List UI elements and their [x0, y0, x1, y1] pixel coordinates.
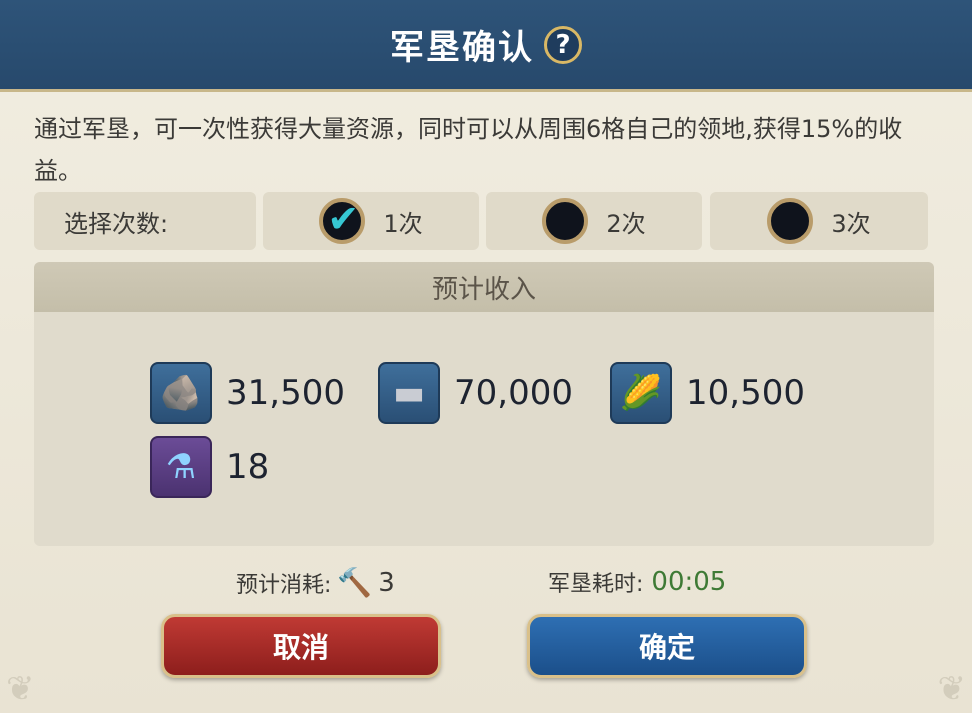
option-label: 1次	[383, 209, 423, 238]
checkmark-icon: ✔	[327, 197, 360, 241]
cost-value: 3	[378, 567, 395, 598]
duration-label: 军垦耗时:	[548, 572, 644, 597]
description-text: 通过军垦，可一次性获得大量资源，同时可以从周围6格自己的领地,获得15%的收益。	[34, 115, 903, 185]
income-title: 预计收入	[34, 262, 934, 312]
cost-label: 预计消耗:	[236, 572, 332, 598]
resource-stone: 🪨 31,500	[150, 362, 345, 424]
dialog-title: 军垦确认	[390, 28, 534, 68]
option-2[interactable]: 2次	[486, 192, 702, 250]
option-3[interactable]: 3次	[710, 192, 928, 250]
radio-icon[interactable]	[542, 198, 589, 244]
hammer-icon: 🔨	[337, 566, 373, 599]
option-label: 2次	[606, 209, 646, 238]
resource-value: 70,000	[454, 373, 573, 413]
radio-icon[interactable]	[767, 198, 814, 244]
resource-value: 31,500	[226, 373, 345, 413]
dialog-header: 军垦确认 ?	[0, 0, 972, 92]
iron-icon: ▬	[378, 362, 440, 424]
option-1[interactable]: ✔ 1次	[263, 192, 479, 250]
duration-info: 军垦耗时: 00:05	[548, 566, 726, 598]
cancel-button[interactable]: 取消	[161, 614, 441, 678]
corner-ornament-icon: ❦	[6, 669, 35, 709]
confirm-button[interactable]: 确定	[527, 614, 807, 678]
corn-icon: 🌽	[610, 362, 672, 424]
resource-value: 10,500	[686, 373, 805, 413]
stone-icon: 🪨	[150, 362, 212, 424]
duration-value: 00:05	[651, 567, 727, 597]
help-icon[interactable]: ?	[544, 25, 582, 64]
resource-potion: ⚗ 18	[150, 436, 269, 498]
potion-icon: ⚗	[150, 436, 212, 498]
selection-label: 选择次数:	[64, 209, 169, 238]
radio-checked-icon[interactable]: ✔	[319, 197, 366, 244]
resource-iron: ▬ 70,000	[378, 362, 573, 424]
resource-value: 18	[226, 447, 270, 487]
cost-info: 预计消耗: 🔨 3	[236, 566, 395, 599]
selection-label-cell: 选择次数:	[34, 192, 256, 250]
resource-corn: 🌽 10,500	[610, 362, 805, 424]
option-label: 3次	[831, 209, 871, 238]
corner-ornament-icon: ❦	[937, 669, 967, 709]
